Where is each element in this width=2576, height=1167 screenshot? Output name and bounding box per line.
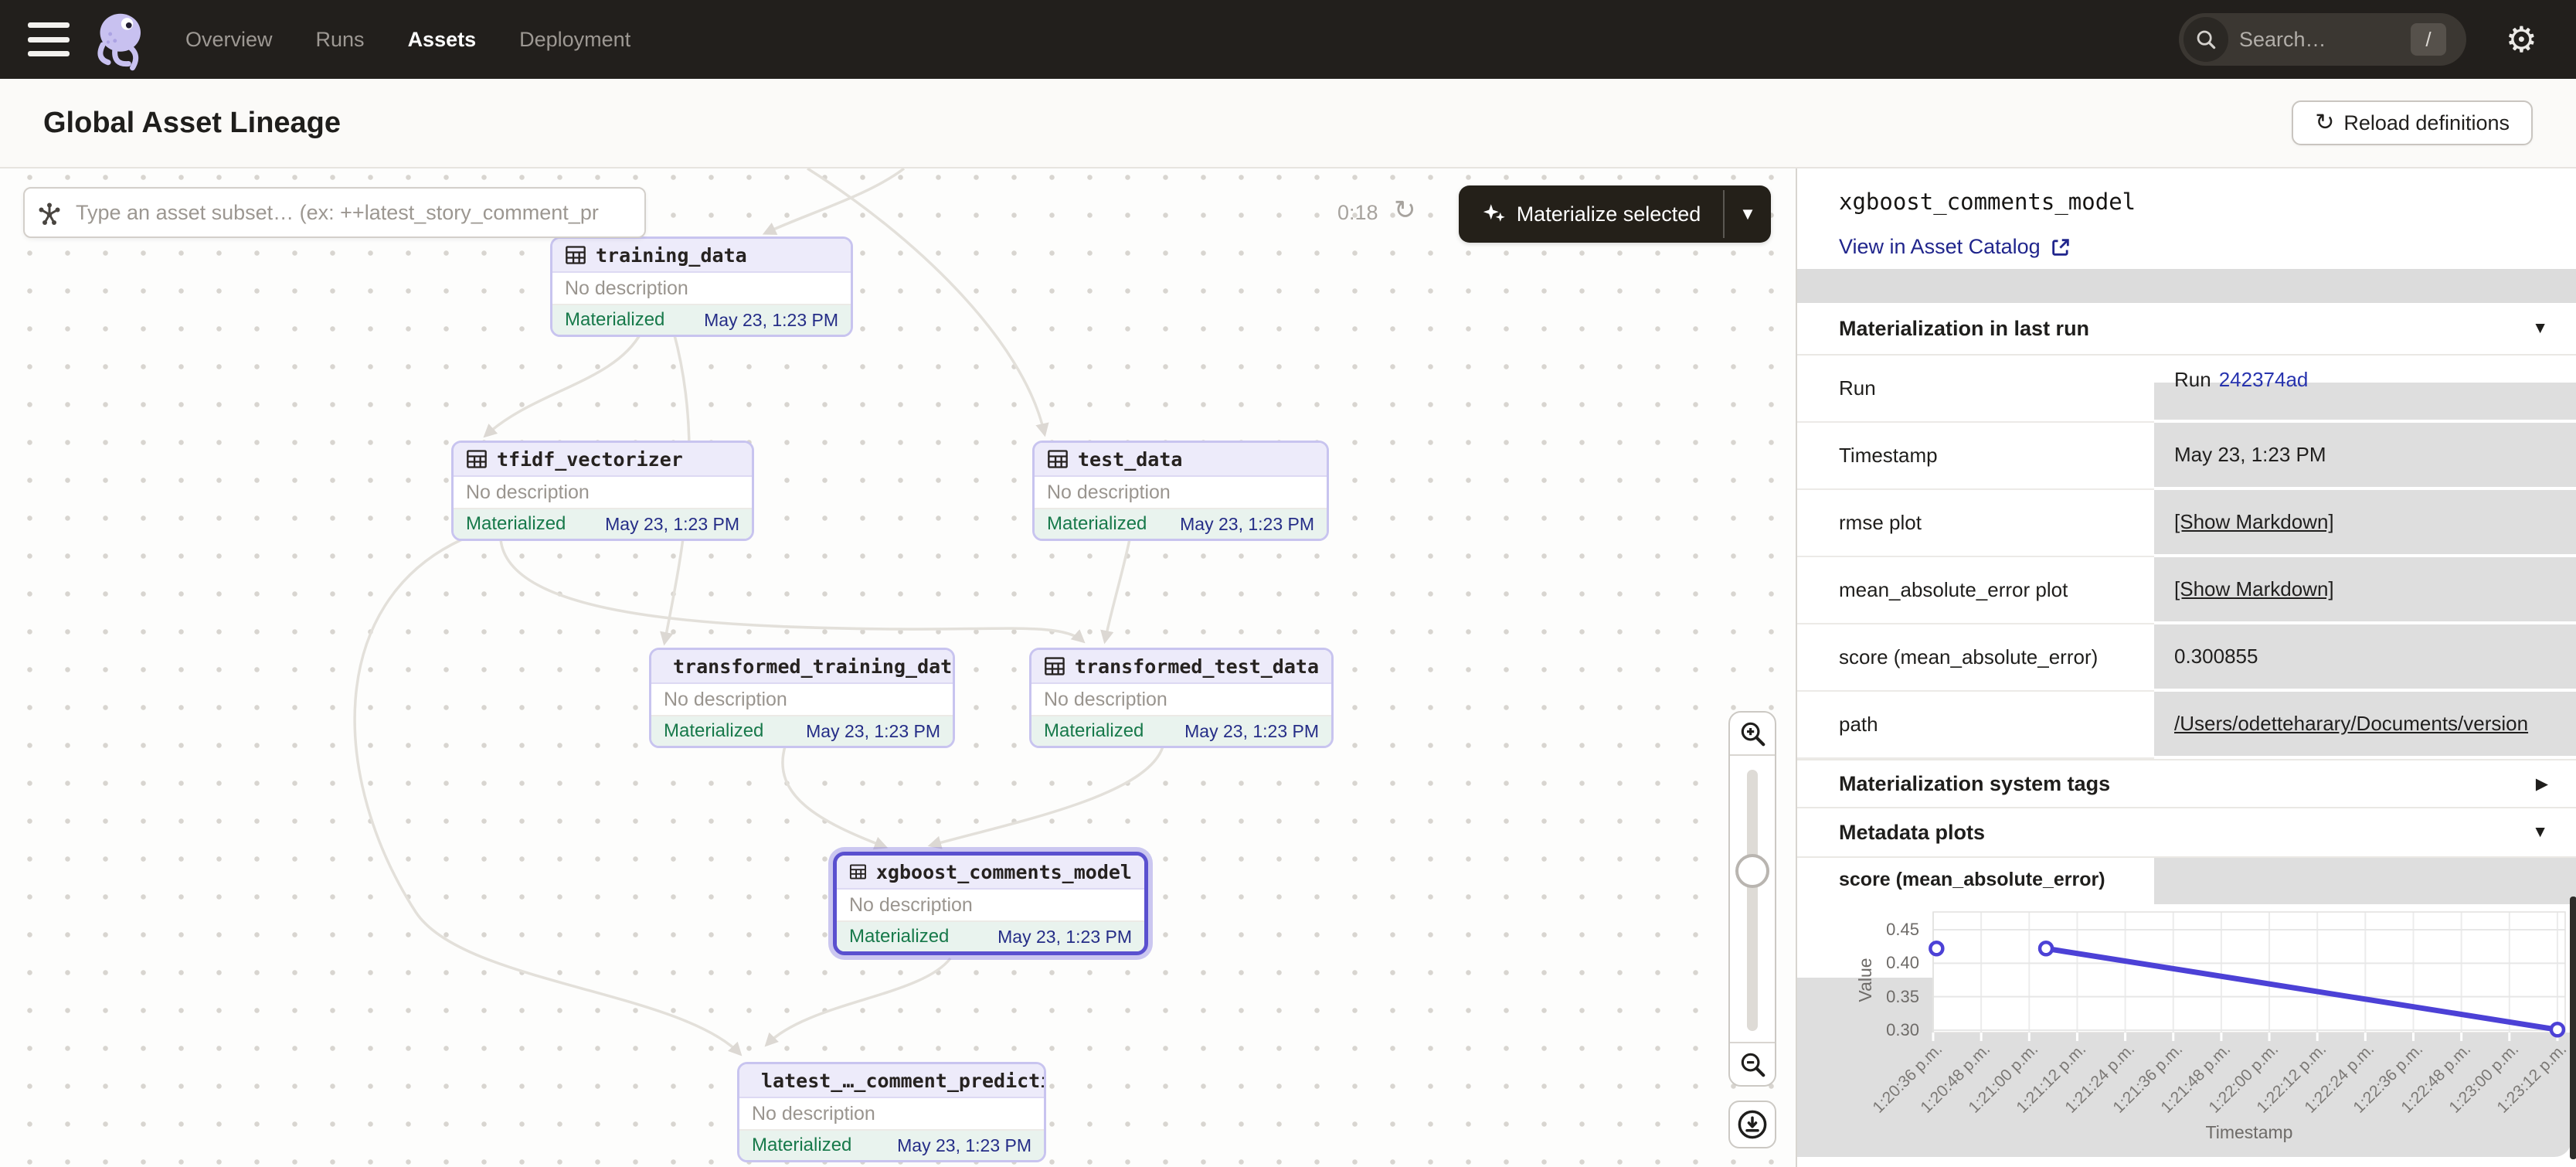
status-badge: Materialized [1047,513,1147,535]
materialize-selected-button[interactable]: Materialize selected ▼ [1459,185,1771,243]
y-tick-label: 0.30 [1871,1020,1919,1040]
asset-title: xgboost_comments_model [1839,189,2136,215]
refresh-icon: ↻ [2315,111,2334,134]
section-materialization-in-last-run[interactable]: Materialization in last run ▼ [1797,303,2576,356]
table-row-timestamp: Timestamp May 23, 1:23 PM [1797,423,2576,490]
zoom-slider-thumb[interactable] [1735,854,1769,888]
y-tick-label: 0.40 [1871,953,1919,973]
asset-lineage-graph[interactable]: 0:18 ↻ Materialize selected ▼ training_d… [0,168,1796,1167]
page-header: Global Asset Lineage ↻ Reload definition… [0,79,2576,168]
dagster-logo-icon[interactable] [87,7,151,72]
table-icon [849,861,867,883]
materialization-date[interactable]: May 23, 1:23 PM [605,514,739,535]
node-description: No description [739,1098,1044,1129]
nav-links: Overview Runs Assets Deployment [185,28,630,52]
asset-node-xgboost-comments-model[interactable]: xgboost_comments_model No description Ma… [833,852,1148,955]
table-icon [1044,655,1065,677]
status-badge: Materialized [849,926,949,948]
zoom-in-icon[interactable] [1730,713,1775,756]
table-icon [466,448,488,470]
gear-icon[interactable]: ⚙ [2506,19,2537,60]
node-description: No description [454,477,752,508]
section-materialization-system-tags[interactable]: Materialization system tags ▶ [1797,759,2576,808]
reload-definitions-button[interactable]: ↻ Reload definitions [2292,100,2533,145]
refresh-timer: 0:18 [1337,201,1378,225]
score-line-chart: Value Timestamp 1:20:36 p.m.1:20:48 p.m.… [1797,904,2576,1167]
menu-icon[interactable] [28,22,70,56]
asset-node-latest-comment-predictions[interactable]: latest_…_comment_predictions No descript… [737,1062,1046,1162]
y-tick-label: 0.35 [1871,987,1919,1007]
asset-subset-input[interactable] [23,187,646,238]
download-image-button[interactable] [1728,1101,1776,1148]
top-navbar: Overview Runs Assets Deployment / ⚙ [0,0,2576,79]
status-badge: Materialized [664,720,763,742]
page-title: Global Asset Lineage [43,107,341,140]
external-link-icon [2050,236,2071,258]
zoom-slider-track[interactable] [1747,770,1758,1031]
materialization-date[interactable]: May 23, 1:23 PM [897,1135,1031,1156]
path-link[interactable]: /Users/odetteharary/Documents/version [2174,712,2528,736]
table-row-mae-plot: mean_absolute_error plot [Show Markdown] [1797,557,2576,624]
status-badge: Materialized [466,513,566,535]
refresh-icon[interactable]: ↻ [1394,195,1416,226]
asset-node-training-data[interactable]: training_data No description Materialize… [550,236,853,337]
asset-node-tfidf-vectorizer[interactable]: tfidf_vectorizer No description Material… [451,441,754,541]
node-description: No description [651,684,953,715]
nav-deployment[interactable]: Deployment [519,28,630,52]
node-description: No description [552,273,851,304]
panel-divider-band [1797,269,2576,303]
status-badge: Materialized [752,1135,851,1156]
search-icon [2183,17,2228,62]
section-metadata-plots[interactable]: Metadata plots ▼ [1797,808,2576,858]
node-description: No description [837,890,1144,920]
view-in-asset-catalog-link[interactable]: View in Asset Catalog [1839,235,2071,259]
search-input[interactable] [2239,28,2394,52]
status-badge: Materialized [565,309,664,331]
asset-subset-icon [36,199,63,227]
asset-node-transformed-training-data[interactable]: transformed_training_data No description… [649,648,955,748]
show-markdown-link[interactable]: [Show Markdown] [2174,577,2334,601]
chevron-right-icon[interactable]: ▶ [2536,774,2548,794]
materialization-date[interactable]: May 23, 1:23 PM [997,927,1132,948]
status-badge: Materialized [1044,720,1144,742]
sparkle-icon [1481,201,1507,227]
nav-assets[interactable]: Assets [408,28,477,52]
table-row-rmse-plot: rmse plot [Show Markdown] [1797,490,2576,557]
show-markdown-link[interactable]: [Show Markdown] [2174,510,2334,534]
materialization-date[interactable]: May 23, 1:23 PM [704,310,838,331]
y-tick-label: 0.45 [1871,920,1919,940]
nav-overview[interactable]: Overview [185,28,273,52]
chevron-down-icon[interactable]: ▼ [2532,319,2548,338]
table-row-path: path /Users/odetteharary/Documents/versi… [1797,692,2576,759]
global-search[interactable]: / [2179,13,2466,66]
asset-details-panel: xgboost_comments_model View in Asset Cat… [1796,168,2576,1167]
node-description: No description [1031,684,1331,715]
run-link[interactable]: 242374ad [2219,368,2309,392]
table-icon [1047,448,1069,470]
node-description: No description [1035,477,1327,508]
nav-runs[interactable]: Runs [316,28,365,52]
chart-title-row: score (mean_absolute_error) [1797,858,2576,904]
chart-title: score (mean_absolute_error) [1839,869,2105,891]
download-icon [1736,1108,1769,1141]
chevron-down-icon[interactable]: ▼ [2532,823,2548,842]
metadata-table: Run Run 242374ad Timestamp May 23, 1:23 … [1797,356,2576,759]
zoom-toolbar [1728,711,1776,1087]
materialize-dropdown-caret[interactable]: ▼ [1725,185,1771,243]
asset-node-test-data[interactable]: test_data No description Materialized Ma… [1032,441,1329,541]
table-row-score: score (mean_absolute_error) 0.300855 [1797,624,2576,692]
materialization-date[interactable]: May 23, 1:23 PM [1184,721,1319,742]
asset-node-transformed-test-data[interactable]: transformed_test_data No description Mat… [1029,648,1334,748]
zoom-out-icon[interactable] [1730,1042,1775,1085]
scrollbar-thumb[interactable] [2570,897,2576,1159]
table-row-run: Run Run 242374ad [1797,356,2576,423]
materialization-date[interactable]: May 23, 1:23 PM [1180,514,1314,535]
table-icon [565,244,586,266]
materialization-date[interactable]: May 23, 1:23 PM [806,721,940,742]
search-shortcut-badge: / [2411,23,2446,56]
